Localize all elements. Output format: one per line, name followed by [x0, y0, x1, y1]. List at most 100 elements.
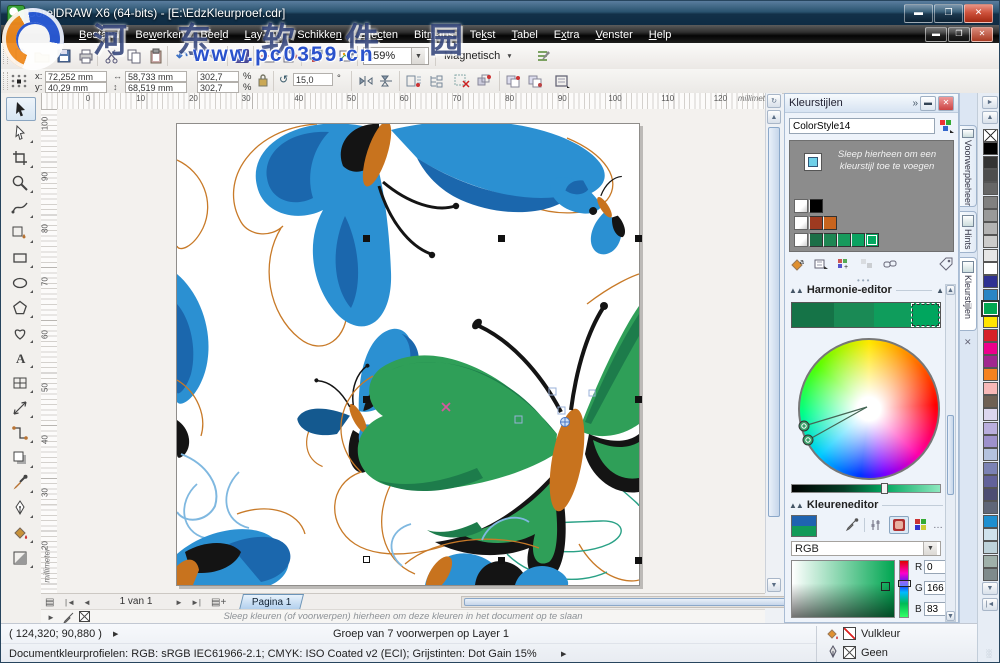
- docker-title-bar[interactable]: Kleurstijlen » ▬ ✕: [785, 94, 958, 113]
- palette-swatch[interactable]: [983, 222, 998, 235]
- palette-swatch[interactable]: [983, 501, 998, 514]
- pick-tool[interactable]: [6, 97, 36, 121]
- tab-hints[interactable]: Hints: [960, 211, 977, 253]
- tab-voorwerpbeheer[interactable]: Voorwerpbeheer: [960, 125, 977, 207]
- fill-tool[interactable]: [6, 522, 34, 544]
- shape-tool[interactable]: [6, 122, 34, 144]
- luminance-slider-handle[interactable]: [881, 483, 888, 494]
- dimension-tool[interactable]: [6, 397, 34, 419]
- palette-swatch[interactable]: [983, 488, 998, 501]
- docker-scroll-down-icon[interactable]: ▼: [946, 611, 955, 621]
- object-tree-button[interactable]: [427, 72, 445, 90]
- docker-scroll-thumb[interactable]: [947, 415, 954, 495]
- selection-handle[interactable]: [498, 557, 505, 564]
- scale-v-field[interactable]: 302,7: [197, 82, 239, 93]
- palette-swatch[interactable]: [983, 422, 998, 435]
- style-options-icon[interactable]: [937, 117, 955, 135]
- palette-swatch[interactable]: [983, 329, 998, 342]
- palette-swatch[interactable]: [983, 262, 998, 275]
- resize-grip[interactable]: ░: [986, 649, 992, 658]
- restore-icon[interactable]: ❐: [934, 4, 963, 23]
- ungroup-button[interactable]: [505, 72, 523, 90]
- new-harmony-icon[interactable]: [812, 256, 830, 272]
- color-style-swatch[interactable]: [837, 233, 851, 247]
- new-document-button[interactable]: [9, 45, 31, 67]
- palette-swatch[interactable]: [983, 142, 998, 155]
- palette-swatch[interactable]: [983, 568, 998, 581]
- mirror-horizontal-button[interactable]: [357, 72, 375, 90]
- x-position-field[interactable]: 72,252 mm: [45, 71, 107, 82]
- search-content-button[interactable]: [231, 45, 253, 67]
- harmony-segment[interactable]: [834, 303, 874, 327]
- paste-button[interactable]: [145, 45, 167, 67]
- tabstrip-close-icon[interactable]: ✕: [964, 337, 972, 348]
- redo-dropdown-icon[interactable]: ▼: [219, 53, 225, 60]
- remove-style-button[interactable]: [453, 72, 471, 90]
- outline-status-swatch[interactable]: [843, 646, 856, 659]
- harmony-segment[interactable]: [792, 303, 834, 327]
- rectangle-tool[interactable]: [6, 247, 34, 269]
- undo-button[interactable]: ↶: [171, 45, 193, 67]
- undo-dropdown-icon[interactable]: ▼: [191, 53, 197, 60]
- options-button[interactable]: [533, 45, 555, 67]
- horizontal-ruler[interactable]: 0102030405060708090100110120millimeter: [41, 93, 765, 110]
- selection-handle[interactable]: [498, 235, 505, 242]
- rotation-angle-field[interactable]: 15,0: [293, 73, 333, 86]
- ellipse-tool[interactable]: [6, 272, 34, 294]
- zoom-combo-arrow-icon[interactable]: ▼: [411, 48, 425, 64]
- import-button[interactable]: [257, 45, 279, 67]
- editor-viewer-icon[interactable]: [889, 516, 909, 534]
- text-tool[interactable]: A: [6, 347, 34, 369]
- palette-swatch[interactable]: [983, 302, 998, 315]
- docker-chevron-icon[interactable]: »: [912, 98, 918, 109]
- palette-swatch[interactable]: [983, 435, 998, 448]
- outline-pen-tool[interactable]: [6, 497, 34, 519]
- scroll-down-icon[interactable]: ▼: [767, 578, 781, 592]
- page-sorter-icon[interactable]: ▤: [45, 597, 54, 608]
- docker-close-icon[interactable]: ✕: [938, 96, 954, 111]
- docker-scrollbar[interactable]: ▲ ▼: [945, 284, 956, 622]
- palette-flyout-icon[interactable]: ►: [982, 96, 998, 109]
- palette-swatch[interactable]: [983, 408, 998, 421]
- color-eyedropper-tool[interactable]: [6, 472, 34, 494]
- object-width-field[interactable]: 58,733 mm: [125, 71, 187, 82]
- profiles-flyout-icon[interactable]: ▶: [561, 650, 566, 658]
- object-height-field[interactable]: 68,519 mm: [125, 82, 187, 93]
- palette-swatch[interactable]: [983, 515, 998, 528]
- zoom-tool[interactable]: [6, 172, 34, 194]
- vertical-scroll-thumb[interactable]: [768, 127, 780, 517]
- palette-scroll-up-icon[interactable]: ▲: [982, 111, 998, 124]
- interactive-fill-tool[interactable]: [6, 547, 34, 569]
- polygon-tool[interactable]: [6, 297, 34, 319]
- hue-slider[interactable]: [899, 560, 909, 618]
- saturation-square[interactable]: [791, 560, 895, 618]
- palette-swatch[interactable]: [983, 235, 998, 248]
- palette-swatch[interactable]: [983, 355, 998, 368]
- color-model-dropdown[interactable]: RGB ▼: [791, 541, 941, 556]
- docker-minimize-icon[interactable]: ▬: [920, 96, 936, 111]
- editor-eyedropper-icon[interactable]: [843, 517, 861, 533]
- close-icon[interactable]: ✕: [964, 4, 993, 23]
- remove-harmony-button[interactable]: [475, 72, 493, 90]
- merge-styles-icon[interactable]: [858, 256, 876, 272]
- palette-swatch[interactable]: [983, 315, 998, 328]
- zoom-level-combo[interactable]: 159% ▼: [363, 47, 429, 65]
- harmony-segment[interactable]: [911, 303, 940, 327]
- editor-collapse-icon[interactable]: ▲▲: [789, 501, 803, 510]
- save-button[interactable]: [53, 45, 75, 67]
- style-tag-icon[interactable]: [937, 256, 955, 272]
- open-button[interactable]: [31, 45, 53, 67]
- palette-swatch[interactable]: [983, 448, 998, 461]
- selection-handle[interactable]: [635, 235, 642, 242]
- first-page-icon[interactable]: |◄: [65, 598, 75, 607]
- horizontal-scroll-thumb[interactable]: [464, 598, 786, 606]
- luminance-slider[interactable]: [791, 484, 941, 493]
- drawing-canvas[interactable]: [57, 109, 765, 593]
- selection-handle[interactable]: [363, 556, 370, 563]
- redo-button[interactable]: ↷: [199, 45, 221, 67]
- palette-swatch[interactable]: [983, 395, 998, 408]
- palette-swatch[interactable]: [983, 342, 998, 355]
- ungroup-all-button[interactable]: [527, 72, 545, 90]
- add-page-icon[interactable]: ▤+: [211, 597, 226, 608]
- navigator-icon[interactable]: ↻: [767, 94, 781, 108]
